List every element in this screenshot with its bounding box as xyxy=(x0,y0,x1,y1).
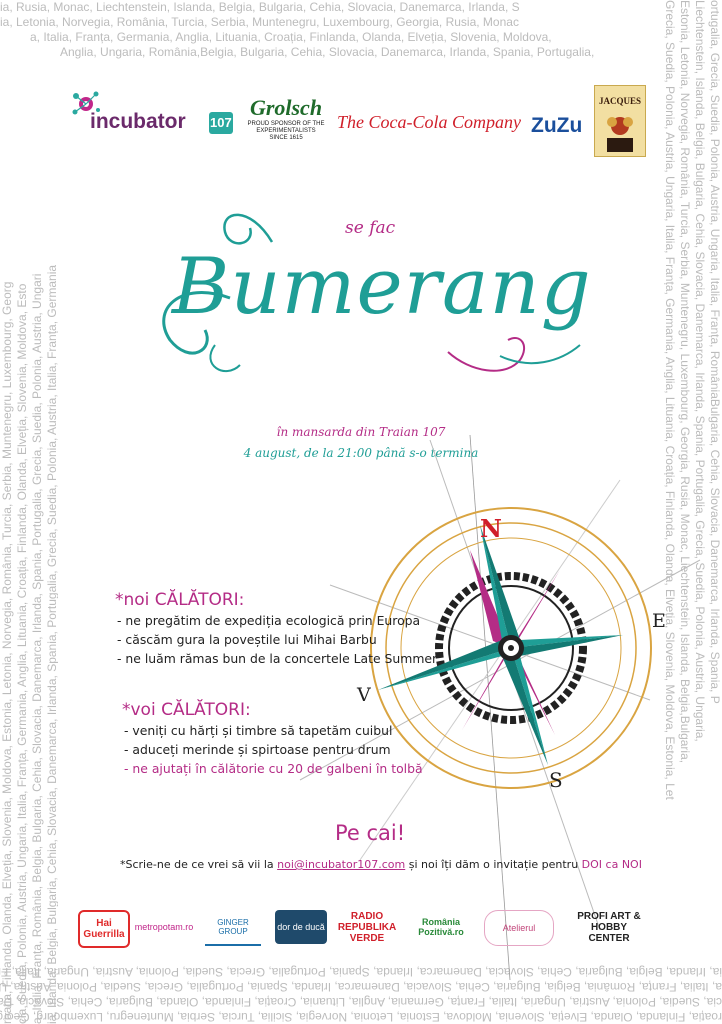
compass-south: S xyxy=(549,768,563,792)
partner-logo-romania-pozitiva: România Pozitivă.ro xyxy=(418,917,464,937)
noi-title: *noi CĂLĂTORI: xyxy=(115,590,245,610)
list-item: - veniți cu hărți și timbre să tapetăm c… xyxy=(124,723,393,738)
invite-text: *Scrie-ne de ce vrei să vii la xyxy=(120,858,274,871)
list-item: - căscăm gura la poveștile lui Mihai Bar… xyxy=(117,632,377,647)
compass-north: N xyxy=(480,514,502,543)
compass-east: E xyxy=(652,610,666,632)
voi-title: *voi CĂLĂTORI: xyxy=(122,700,251,720)
partner-logo-ginger-group: GINGER GROUP xyxy=(205,910,261,946)
partner-logo-hai-guerrilla: Hai Guerrilla xyxy=(78,910,130,948)
partner-logo-metropotam: metropotam.ro xyxy=(134,922,194,932)
list-item: - ne ajutați în călătorie cu 20 de galbe… xyxy=(124,761,423,776)
call-to-action: Pe cai! xyxy=(335,821,406,845)
partner-logo-atelierul: Atelierul xyxy=(484,910,554,946)
list-item: - aduceți merinde și spirtoase pentru dr… xyxy=(124,742,391,757)
noi-list: - ne pregătim de expediția ecologică pri… xyxy=(117,611,437,668)
invite-highlight: DOI ca NOI xyxy=(581,858,642,871)
email-link[interactable]: noi@incubator107.com xyxy=(277,858,405,871)
compass-west: V xyxy=(357,684,371,706)
invite-line: *Scrie-ne de ce vrei să vii la noi@incub… xyxy=(120,858,660,871)
list-item: - ne pregătim de expediția ecologică pri… xyxy=(117,613,421,628)
partner-logo-dor-de-duca: dor de ducă xyxy=(275,910,327,944)
list-item: - ne luăm rămas bun de la concertele Lat… xyxy=(117,651,438,666)
partner-logo-republika-verde: RADIO REPUBLIKA VERDE xyxy=(337,910,397,944)
voi-list: - veniți cu hărți și timbre să tapetăm c… xyxy=(124,721,423,778)
invite-text: și noi îți dăm o invitație pentru xyxy=(408,858,579,871)
partner-logo-profi-art: PROFI ART & HOBBY CENTER xyxy=(577,910,641,944)
